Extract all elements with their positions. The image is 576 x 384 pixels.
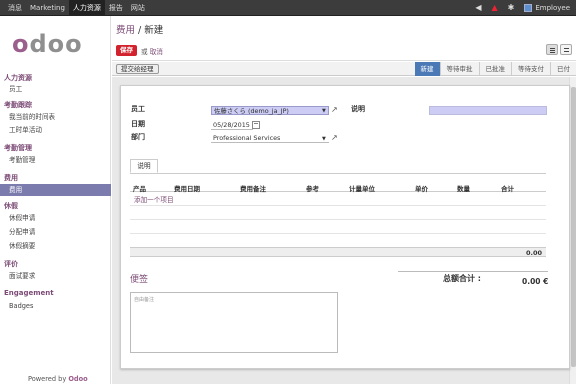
stage-new[interactable]: 新建 <box>414 62 440 76</box>
department-external-link-icon[interactable]: ↗ <box>331 133 338 142</box>
powered-by: Powered by Odoo <box>28 375 88 383</box>
sidebar-section-attendance: 考勤管理 <box>4 144 32 152</box>
col-reference[interactable]: 参考 <box>306 183 319 193</box>
department-label: 部门 <box>131 133 145 141</box>
col-unit-price[interactable]: 单价 <box>415 183 428 193</box>
top-right-tools: ◀ ▲ ✱ Employee <box>465 0 570 16</box>
sidebar: odoo 人力资源 员工 考勤跟踪 我当前的时间表 工时单活动 考勤管理 考勤管… <box>0 16 111 384</box>
date-label: 日期 <box>131 120 145 128</box>
user-menu[interactable]: Employee <box>524 4 570 12</box>
settings-icon[interactable]: ✱ <box>508 0 515 16</box>
sidebar-section-engagement: Engagement <box>4 289 54 297</box>
tab-description[interactable]: 说明 <box>130 159 158 173</box>
notes-title: 便签 <box>130 275 149 285</box>
top-menu: 消息 Marketing 人力资源 报告 网站 <box>4 0 149 16</box>
col-expense-date[interactable]: 费用日期 <box>174 183 200 193</box>
col-quantity[interactable]: 数量 <box>457 183 470 193</box>
powered-by-text: Powered by <box>28 375 69 383</box>
header-divider <box>112 60 576 61</box>
calendar-icon[interactable] <box>252 121 260 129</box>
stage-waiting-payment[interactable]: 等待支付 <box>511 62 550 76</box>
sidebar-section-expenses: 费用 <box>4 174 18 182</box>
user-name: Employee <box>535 4 570 12</box>
total-amount-value: 0.00 € <box>522 277 549 286</box>
form-view-icon[interactable] <box>546 44 558 55</box>
employee-label: 员工 <box>131 105 145 113</box>
sidebar-section-hr: 人力资源 <box>4 74 32 82</box>
notes-textarea[interactable]: 自由备注 <box>130 292 338 353</box>
sidebar-item-leave-summary[interactable]: 休假摘要 <box>0 240 111 252</box>
tab-divider <box>130 173 546 174</box>
sidebar-item-interview-requests[interactable]: 面试要求 <box>0 270 111 282</box>
top-menu-messages[interactable]: 消息 <box>4 0 26 16</box>
table-row <box>130 219 546 220</box>
lines-table-total: 0.00 <box>525 249 542 257</box>
stage-approved[interactable]: 已批准 <box>478 62 512 76</box>
or-label: 或 <box>141 48 148 56</box>
status-bar: 提交给经理 新建 等待审批 已批准 等待支付 已付 <box>112 62 576 76</box>
avatar <box>524 4 533 12</box>
scrollbar[interactable] <box>569 77 576 384</box>
sidebar-item-employees[interactable]: 员工 <box>0 83 111 95</box>
table-row <box>130 233 546 234</box>
scrollbar-thumb[interactable] <box>571 87 576 367</box>
date-field[interactable]: 05/28/2015 <box>211 121 253 130</box>
sidebar-item-my-timesheet[interactable]: 我当前的时间表 <box>0 111 111 123</box>
stage-waiting-approval[interactable]: 等待审批 <box>439 62 479 76</box>
breadcrumb-current: 新建 <box>144 25 164 36</box>
col-uom[interactable]: 计量单位 <box>349 183 375 193</box>
total-amount-label: 总额合计 : <box>443 274 481 283</box>
powered-by-brand[interactable]: Odoo <box>68 375 87 383</box>
lines-table-footer: 0.00 <box>130 247 546 257</box>
top-bar: 消息 Marketing 人力资源 报告 网站 ◀ ▲ ✱ Employee <box>0 0 576 16</box>
col-product[interactable]: 产品 <box>133 183 146 193</box>
table-row <box>130 205 546 206</box>
sidebar-item-badges[interactable]: Badges <box>0 300 111 312</box>
department-dropdown-icon[interactable]: ▼ <box>322 136 326 142</box>
employee-external-link-icon[interactable]: ↗ <box>331 105 338 114</box>
lines-table-header: 产品 费用日期 费用备注 参考 计量单位 单价 数量 合计 <box>130 181 546 193</box>
or-cancel: 或 取消 <box>141 46 163 56</box>
list-view-icon[interactable] <box>560 44 572 55</box>
sidebar-item-leave-requests[interactable]: 休假申请 <box>0 212 111 224</box>
employee-field[interactable]: 佐藤さくら (demo_ja_JP) <box>211 106 329 115</box>
sidebar-item-allocation-requests[interactable]: 分配申请 <box>0 226 111 238</box>
top-menu-hr[interactable]: 人力资源 <box>68 0 105 16</box>
stage-pipeline: 新建 等待审批 已批准 等待支付 已付 <box>414 62 576 76</box>
top-menu-reports[interactable]: 报告 <box>105 0 127 16</box>
breadcrumb-parent[interactable]: 费用 <box>116 25 135 36</box>
save-button[interactable]: 保存 <box>116 45 137 56</box>
alert-icon[interactable]: ▲ <box>491 0 497 16</box>
description-field[interactable] <box>429 106 547 115</box>
col-expense-note[interactable]: 费用备注 <box>240 183 266 193</box>
add-line-link[interactable]: 添加一个项目 <box>134 194 174 204</box>
col-total[interactable]: 合计 <box>501 183 514 193</box>
breadcrumb-separator: / <box>135 25 145 36</box>
totals-divider <box>398 271 548 272</box>
breadcrumb: 费用 / 新建 <box>116 22 163 36</box>
submit-to-manager-button[interactable]: 提交给经理 <box>116 64 159 74</box>
sidebar-section-timesheets: 考勤跟踪 <box>4 101 32 109</box>
volume-icon[interactable]: ◀ <box>475 0 481 16</box>
cancel-button[interactable]: 取消 <box>150 48 163 56</box>
sidebar-item-timesheet-activities[interactable]: 工时单活动 <box>0 124 111 136</box>
employee-dropdown-icon[interactable]: ▼ <box>322 108 326 114</box>
top-menu-marketing[interactable]: Marketing <box>26 0 69 16</box>
sidebar-section-appraisal: 评价 <box>4 260 18 268</box>
sidebar-section-leaves: 休假 <box>4 202 18 210</box>
top-menu-website[interactable]: 网站 <box>127 0 149 16</box>
sidebar-item-expenses[interactable]: 费用 <box>0 184 111 196</box>
odoo-logo[interactable]: odoo <box>12 30 83 58</box>
stage-paid[interactable]: 已付 <box>550 62 576 76</box>
sidebar-item-attendance[interactable]: 考勤管理 <box>0 154 111 166</box>
department-field[interactable]: Professional Services <box>211 134 329 143</box>
description-label: 说明 <box>351 105 365 113</box>
